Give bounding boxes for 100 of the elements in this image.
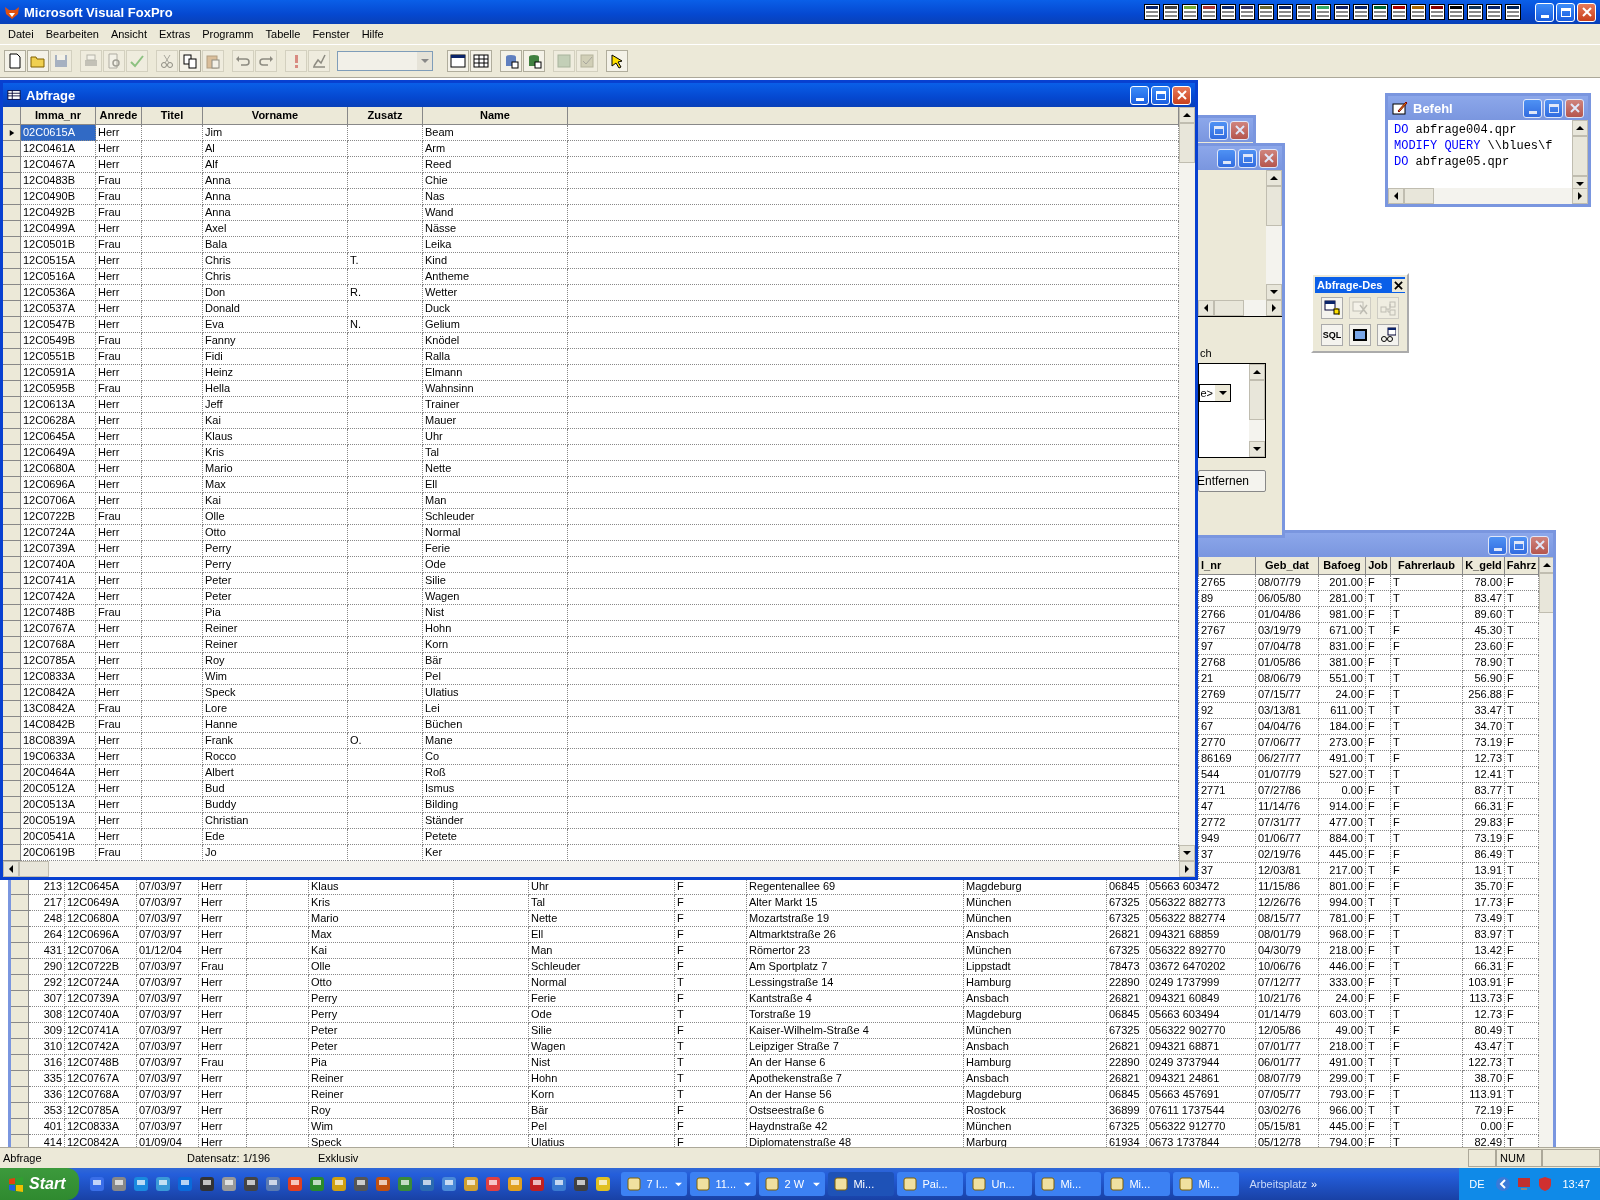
toolbar-button[interactable] <box>447 50 469 72</box>
toolbar-icon[interactable] <box>1201 4 1217 20</box>
menu-item[interactable]: Fenster <box>306 28 356 40</box>
vertical-scrollbar[interactable] <box>1266 170 1282 300</box>
scroll-thumb[interactable] <box>1539 573 1553 613</box>
scroll-thumb[interactable] <box>1179 123 1195 163</box>
menu-item[interactable]: Datei <box>2 28 40 40</box>
taskbar-button[interactable]: Un... <box>966 1172 1033 1196</box>
scroll-thumb[interactable] <box>1249 380 1265 420</box>
row-selector[interactable] <box>3 125 21 141</box>
taskbar-button[interactable]: Pai... <box>897 1172 964 1196</box>
toolbar-icon[interactable] <box>1258 4 1274 20</box>
app-icon[interactable] <box>507 1176 524 1192</box>
app-icon[interactable] <box>353 1176 370 1192</box>
app-icon[interactable] <box>551 1176 568 1192</box>
taskbar-button[interactable]: 2 W <box>759 1172 826 1196</box>
app-icon[interactable] <box>89 1176 106 1192</box>
toolbar-icon[interactable] <box>1334 4 1350 20</box>
app-icon[interactable] <box>309 1176 326 1192</box>
maximize-button[interactable] <box>1151 85 1170 105</box>
toolbar-icon[interactable] <box>1315 4 1331 20</box>
toolbar-icon[interactable] <box>1372 4 1388 20</box>
chevron-button[interactable]: » <box>1310 1178 1318 1190</box>
toolbar-icon[interactable] <box>1391 4 1407 20</box>
toolbar-icon[interactable] <box>1353 4 1369 20</box>
scroll-thumb[interactable] <box>19 861 49 877</box>
taskbar-button[interactable]: Mi... <box>828 1172 895 1196</box>
app-icon[interactable] <box>199 1176 216 1192</box>
app-icon[interactable] <box>155 1176 172 1192</box>
app-icon[interactable] <box>529 1176 546 1192</box>
toolbar-icon[interactable] <box>1182 4 1198 20</box>
menu-item[interactable]: Bearbeiten <box>39 28 105 40</box>
language-indicator[interactable]: DE <box>1469 1178 1491 1190</box>
menu-item[interactable]: Tabelle <box>259 28 307 40</box>
app-icon[interactable] <box>177 1176 194 1192</box>
app-icon[interactable] <box>111 1176 128 1192</box>
vertical-scrollbar[interactable] <box>1179 107 1195 861</box>
app-icon[interactable] <box>243 1176 260 1192</box>
toolbar-button[interactable] <box>470 50 492 72</box>
scroll-thumb[interactable] <box>1404 188 1434 204</box>
toolbar-icon[interactable] <box>1505 4 1521 20</box>
toolbar-icon[interactable] <box>1410 4 1426 20</box>
taskbar-button[interactable]: Mi... <box>1173 1172 1240 1196</box>
menu-item[interactable]: Programm <box>196 28 260 40</box>
horizontal-scrollbar[interactable] <box>1198 300 1282 316</box>
maximize-button[interactable] <box>1556 2 1575 22</box>
remove-button[interactable]: Entfernen <box>1198 470 1266 492</box>
toolbar-button[interactable] <box>1349 324 1371 346</box>
scroll-thumb[interactable] <box>1266 186 1282 226</box>
toolbar-icon[interactable] <box>1486 4 1502 20</box>
app-icon[interactable] <box>265 1176 282 1192</box>
taskbar-button[interactable]: Mi... <box>1104 1172 1171 1196</box>
scroll-thumb[interactable] <box>1572 136 1588 176</box>
app-icon[interactable] <box>595 1176 612 1192</box>
toolbar-icon[interactable] <box>1277 4 1293 20</box>
toolbar-button[interactable] <box>179 50 201 72</box>
shield-icon[interactable] <box>1537 1176 1554 1192</box>
horizontal-scrollbar[interactable] <box>3 861 1195 877</box>
vertical-scrollbar[interactable] <box>1539 557 1553 1147</box>
menu-item[interactable]: Hilfe <box>355 28 390 40</box>
toolbar-icon[interactable] <box>1429 4 1445 20</box>
toolbar-icon[interactable] <box>1296 4 1312 20</box>
toolbar-icon[interactable] <box>1163 4 1179 20</box>
app-icon[interactable] <box>331 1176 348 1192</box>
app-icon[interactable] <box>463 1176 480 1192</box>
toolbar-icon[interactable] <box>1144 4 1160 20</box>
toolbar-button[interactable] <box>1321 297 1343 319</box>
close-button[interactable] <box>1392 278 1405 292</box>
app-icon[interactable] <box>287 1176 304 1192</box>
scroll-thumb[interactable] <box>1214 300 1244 316</box>
toolbar-icon[interactable] <box>1467 4 1483 20</box>
taskbar-button[interactable]: 11... <box>690 1172 757 1196</box>
taskbar-button[interactable]: Mi... <box>1035 1172 1102 1196</box>
minimize-button[interactable] <box>1130 85 1149 105</box>
start-button[interactable]: Start <box>0 1168 80 1200</box>
menu-item[interactable]: Ansicht <box>104 28 153 40</box>
taskbar-button[interactable]: 7 I... <box>621 1172 688 1196</box>
app-icon[interactable] <box>419 1176 436 1192</box>
minimize-button[interactable] <box>1535 2 1554 22</box>
app-icon[interactable] <box>573 1176 590 1192</box>
app-icon[interactable] <box>485 1176 502 1192</box>
toolbar-icon[interactable] <box>1239 4 1255 20</box>
toolbar-button[interactable] <box>1377 324 1399 346</box>
toolbar-button[interactable] <box>606 50 628 72</box>
app-icon[interactable] <box>441 1176 458 1192</box>
vertical-scrollbar[interactable] <box>1572 120 1588 188</box>
toolbar-icon[interactable] <box>1220 4 1236 20</box>
toolbar-button[interactable] <box>500 50 522 72</box>
menu-item[interactable]: Extras <box>153 28 197 40</box>
vertical-scrollbar[interactable] <box>1249 364 1265 457</box>
list-box[interactable]: e> <box>1198 363 1266 458</box>
toolbar-button[interactable] <box>523 50 545 72</box>
horizontal-scrollbar[interactable] <box>1388 188 1588 204</box>
toolbar-icon[interactable] <box>1448 4 1464 20</box>
app-icon[interactable] <box>221 1176 238 1192</box>
toolbar-button[interactable]: SQL <box>1321 324 1343 346</box>
dropdown[interactable]: e> <box>1199 384 1231 402</box>
app-icon[interactable] <box>375 1176 392 1192</box>
app-icon[interactable] <box>133 1176 150 1192</box>
app-icon[interactable] <box>397 1176 414 1192</box>
